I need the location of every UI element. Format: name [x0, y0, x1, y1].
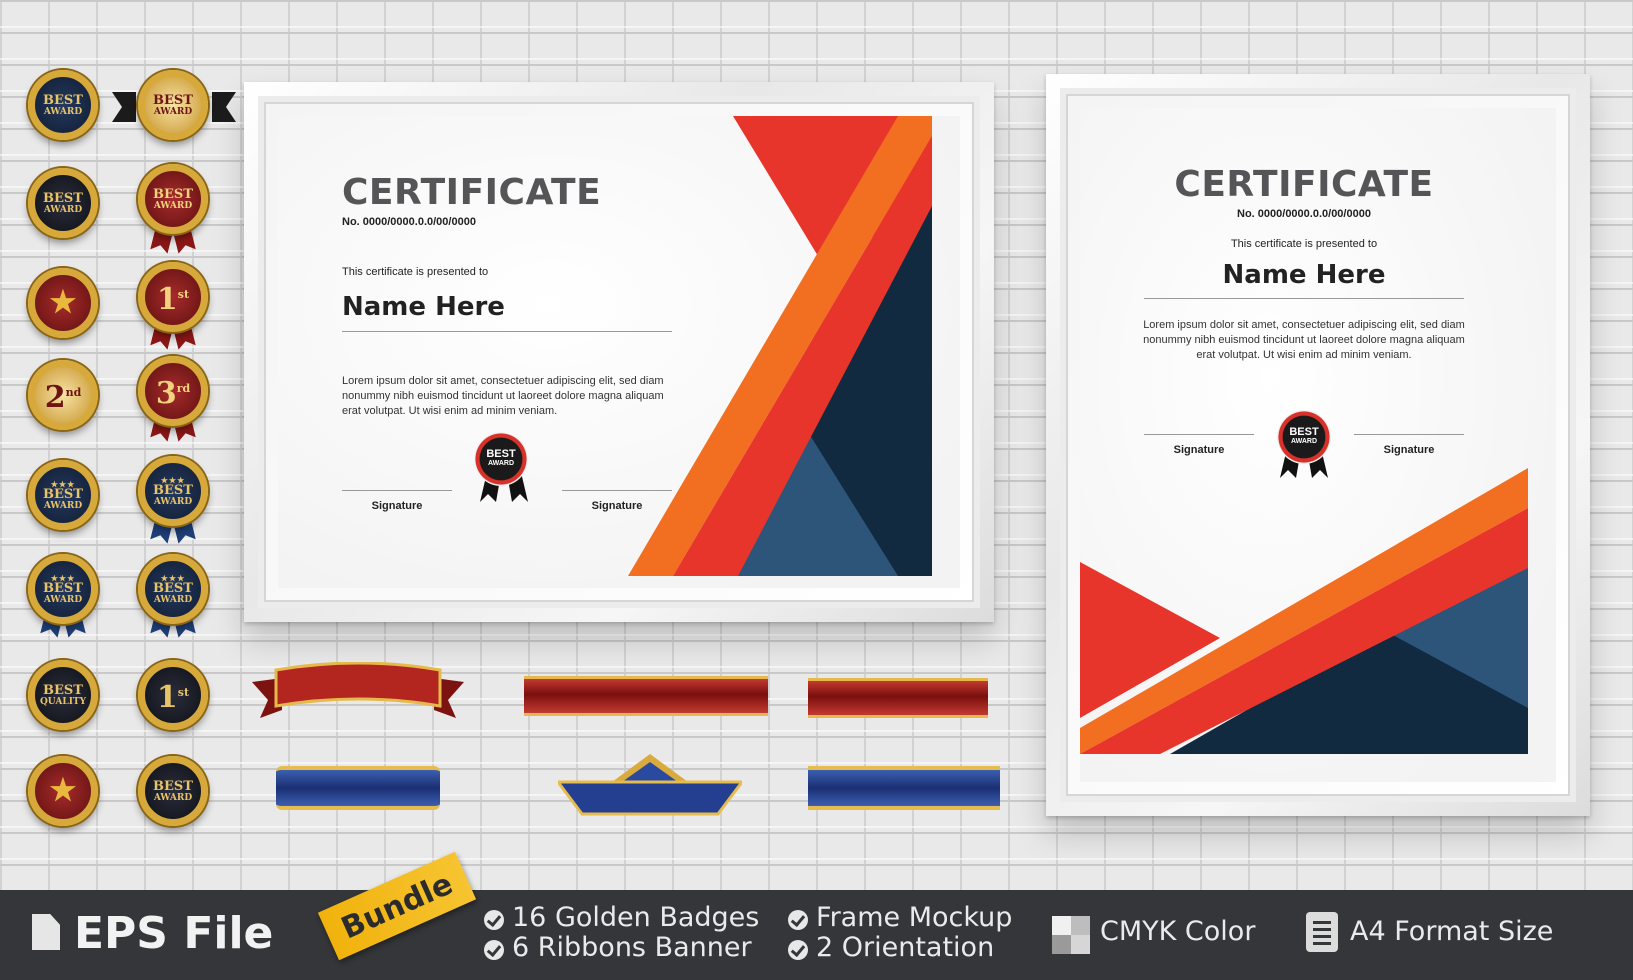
ribbon-banner-red-curved: [252, 662, 464, 718]
seal-line-2: AWARD: [487, 460, 515, 467]
star-icon: ★: [49, 285, 77, 320]
certificate-title: CERTIFICATE: [1174, 164, 1434, 205]
badge-number: 1: [156, 679, 178, 715]
name-underline: [1144, 298, 1464, 299]
badge-third-place: 3rd: [138, 356, 208, 426]
ribbon-banner-blue-boat: [558, 754, 742, 816]
badge-text-best: BEST: [153, 580, 193, 596]
portrait-certificate-frame: CERTIFICATE No. 0000/0000.0.0/00/0000 Th…: [1046, 74, 1590, 816]
badge-suffix: st: [177, 685, 190, 699]
badge-text-best: BEST: [153, 92, 193, 108]
certificate-body-text: Lorem ipsum dolor sit amet, consectetuer…: [342, 375, 664, 417]
ribbon-banner-blue-flat: [808, 766, 1000, 810]
badge-text-best: BEST: [43, 580, 83, 596]
signature-line-left: [342, 490, 452, 491]
document-icon: [1306, 912, 1338, 952]
presented-to-text: This certificate is presented to: [342, 266, 489, 278]
badge-star-laurel: ★: [28, 756, 98, 826]
recipient-name: Name Here: [1222, 260, 1386, 290]
badge-best-award-laurel: BEST AWARD: [138, 756, 208, 826]
a4-format-label: A4 Format Size: [1350, 916, 1554, 947]
check-icon: [788, 940, 808, 960]
best-award-seal: BEST AWARD: [1277, 410, 1331, 464]
best-award-seal: BEST AWARD: [474, 432, 528, 486]
badge-text-best: BEST: [43, 486, 83, 502]
badge-number: 3: [155, 375, 177, 411]
feature-bar: EPS File 16 Golden Badges 6 Ribbons Bann…: [0, 890, 1633, 980]
badge-best-award-stars: ★★★ BEST AWARD: [28, 554, 98, 624]
badge-best-award-stars: ★★★ BEST AWARD: [28, 460, 98, 530]
badge-text-best: BEST: [153, 186, 193, 202]
signature-label-right: Signature: [1383, 444, 1435, 456]
landscape-certificate-frame: CERTIFICATE No. 0000/0000.0.0/00/0000 Th…: [244, 82, 994, 622]
signature-line-right: [1354, 434, 1464, 435]
certificate-title: CERTIFICATE: [342, 172, 602, 213]
signature-label-left: Signature: [371, 500, 423, 512]
badge-number: 1: [156, 281, 178, 317]
seal-line-2: AWARD: [1290, 438, 1318, 445]
star-icon: ★: [49, 773, 77, 808]
badge-text-award: AWARD: [153, 200, 193, 211]
feature-frame-mockup: Frame Mockup: [816, 902, 1013, 933]
portrait-certificate: CERTIFICATE No. 0000/0000.0.0/00/0000 Th…: [1080, 108, 1556, 782]
cmyk-color-label: CMYK Color: [1100, 916, 1256, 947]
badge-best-award-black: BEST AWARD: [28, 168, 98, 238]
badge-text-award: AWARD: [43, 204, 83, 215]
frame-matting: CERTIFICATE No. 0000/0000.0.0/00/0000 Th…: [258, 96, 980, 608]
badge-suffix: nd: [65, 385, 82, 399]
badge-best-quality: BEST QUALITY: [28, 660, 98, 730]
badge-best-award-navy: BEST AWARD: [28, 70, 98, 140]
check-icon: [788, 910, 808, 930]
certificate-number: No. 0000/0000.0.0/00/0000: [342, 216, 476, 228]
feature-golden-badges: 16 Golden Badges: [512, 902, 760, 933]
feature-ribbons-banner: 6 Ribbons Banner: [512, 932, 752, 963]
signature-line-left: [1144, 434, 1254, 435]
frame-matting: CERTIFICATE No. 0000/0000.0.0/00/0000 Th…: [1060, 88, 1576, 802]
badge-best-award-stars: ★★★ BEST AWARD: [138, 554, 208, 624]
presented-to-text: This certificate is presented to: [1230, 238, 1378, 250]
seal-line-1: BEST: [1289, 426, 1319, 438]
badge-text-best: BEST: [153, 778, 193, 794]
badge-best-award-stars: ★★★ BEST AWARD: [138, 456, 208, 526]
badge-text-award: AWARD: [153, 106, 193, 117]
badge-best-award-maroon: BEST AWARD: [138, 164, 208, 234]
ribbon-banner-red-straight: [524, 676, 768, 716]
cmyk-icon: [1052, 916, 1090, 954]
signature-label-left: Signature: [1173, 444, 1225, 456]
badge-text-award: AWARD: [153, 496, 193, 507]
badge-text-best: BEST: [43, 682, 83, 698]
badge-text-award: AWARD: [43, 500, 83, 511]
badge-text-award: AWARD: [153, 594, 193, 605]
name-underline: [342, 331, 672, 332]
feature-orientation: 2 Orientation: [816, 932, 995, 963]
recipient-name: Name Here: [342, 292, 505, 322]
badge-best-award-gold: BEST AWARD: [138, 70, 208, 140]
signature-line-right: [562, 490, 672, 491]
landscape-certificate: CERTIFICATE No. 0000/0000.0.0/00/0000 Th…: [278, 116, 960, 588]
badge-suffix: rd: [176, 381, 191, 395]
badge-star-maroon: ★: [28, 268, 98, 338]
badge-text-quality: QUALITY: [39, 696, 87, 707]
badge-number: 2: [44, 379, 66, 415]
check-icon: [484, 940, 504, 960]
ribbon-banner-blue-straight: [276, 766, 440, 810]
badge-text-best: BEST: [43, 190, 83, 206]
eps-file-label: EPS File: [74, 908, 274, 959]
badge-text-best: BEST: [153, 482, 193, 498]
badge-second-place: 2nd: [28, 360, 98, 430]
file-icon: [32, 914, 60, 950]
certificate-body-text: Lorem ipsum dolor sit amet, consectetuer…: [1143, 319, 1465, 361]
badge-text-award: AWARD: [43, 106, 83, 117]
badge-text-best: BEST: [43, 92, 83, 108]
ribbon-banner-red-flat: [808, 678, 988, 718]
badge-text-award: AWARD: [43, 594, 83, 605]
badge-first-place-dark: 1st: [138, 660, 208, 730]
signature-label-right: Signature: [591, 500, 643, 512]
badge-first-place: 1st: [138, 262, 208, 332]
seal-line-1: BEST: [486, 448, 516, 460]
certificate-number: No. 0000/0000.0.0/00/0000: [1237, 208, 1371, 220]
badge-text-award: AWARD: [153, 792, 193, 803]
check-icon: [484, 910, 504, 930]
badge-suffix: st: [177, 287, 190, 301]
